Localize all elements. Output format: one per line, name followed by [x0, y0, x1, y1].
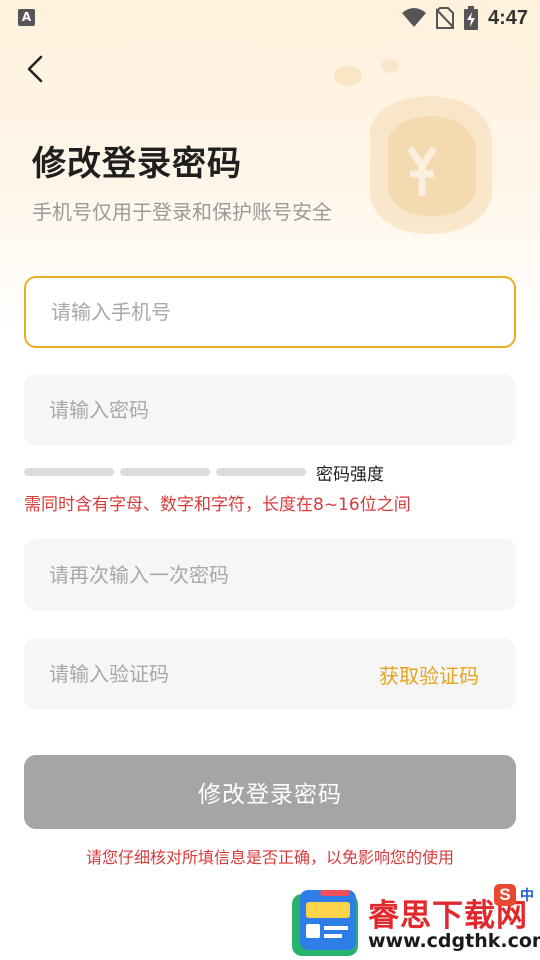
verification-code-field: 获取验证码 [24, 638, 516, 710]
get-code-button[interactable]: 获取验证码 [379, 660, 479, 689]
ime-language: 中 [520, 888, 534, 904]
phone-field [24, 276, 516, 348]
page-title: 修改登录密码 [32, 144, 242, 184]
phone-input[interactable] [26, 278, 514, 346]
status-icons: 4:47 [401, 6, 528, 30]
page-subtitle: 手机号仅用于登录和保护账号安全 [32, 200, 332, 224]
password-strength-meter: 密码强度 [24, 461, 384, 485]
chevron-left-icon [27, 55, 43, 83]
password-input[interactable] [24, 374, 516, 446]
watermark-url: www.cdgthk.com [368, 930, 540, 952]
status-time: 4:47 [487, 6, 528, 29]
submit-button[interactable]: 修改登录密码 [24, 755, 516, 829]
battery-charging-icon [463, 6, 478, 30]
strength-bar-weak [24, 468, 114, 476]
ime-indicator: S 中 [494, 884, 534, 906]
confirm-password-input[interactable] [24, 539, 516, 611]
status-notification-badge: A [18, 9, 35, 26]
password-rule-hint: 需同时含有字母、数字和字符，长度在8~16位之间 [24, 495, 411, 515]
password-field [24, 374, 516, 446]
strength-bar-medium [120, 468, 210, 476]
ime-badge: S [494, 884, 516, 906]
site-watermark: 睿思下载网 www.cdgthk.com S 中 [290, 884, 540, 960]
wifi-icon [401, 8, 426, 27]
decorative-coin-illustration [334, 59, 492, 234]
verification-note: 请您仔细核对所填信息是否正确，以免影响您的使用 [85, 848, 454, 867]
back-button[interactable] [18, 52, 52, 86]
confirm-password-field [24, 539, 516, 611]
watermark-logo-icon [292, 890, 358, 956]
password-strength-label: 密码强度 [316, 464, 384, 485]
strength-bar-strong [216, 468, 306, 476]
status-bar: A 4:47 [0, 0, 540, 36]
no-sim-icon [435, 7, 454, 29]
